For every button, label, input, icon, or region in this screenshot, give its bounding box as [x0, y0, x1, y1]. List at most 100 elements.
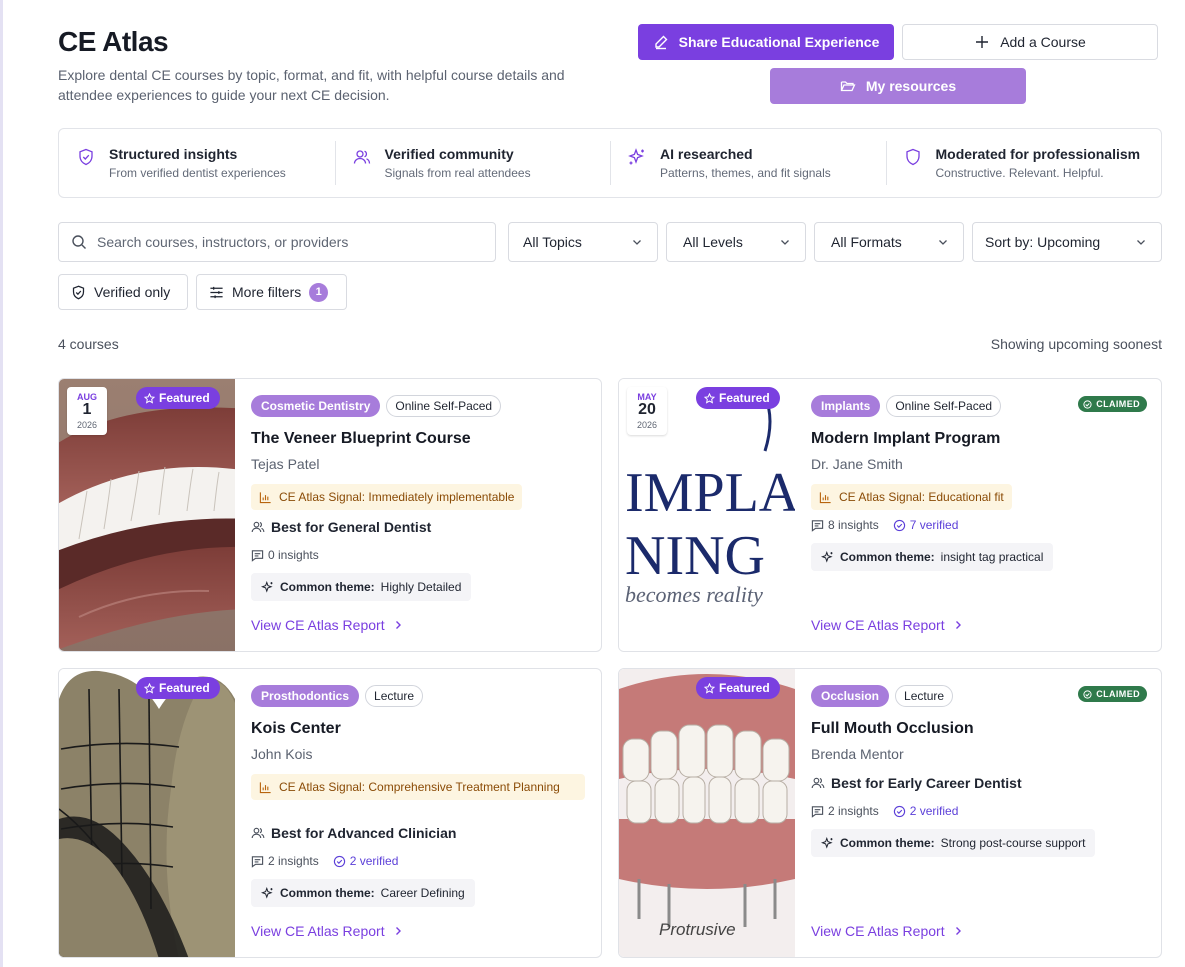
verified-only-toggle[interactable]: Verified only: [58, 274, 188, 310]
format-select-value: All Formats: [831, 234, 902, 250]
chevron-down-icon: [939, 240, 947, 245]
shield-icon: [905, 148, 920, 166]
best-for: Best for Early Career Dentist: [811, 775, 1022, 791]
view-report-link[interactable]: View CE Atlas Report: [251, 923, 403, 939]
theme-value: Strong post-course support: [940, 836, 1086, 850]
best-for: Best for Advanced Clinician: [251, 825, 456, 841]
format-tag[interactable]: Online Self-Paced: [386, 395, 502, 417]
topic-select[interactable]: All Topics: [508, 222, 658, 262]
chevron-right-icon: [955, 927, 961, 935]
chevron-right-icon: [955, 621, 961, 629]
level-select[interactable]: All Levels: [666, 222, 806, 262]
format-tag[interactable]: Lecture: [895, 685, 954, 707]
claimed-label: CLAIMED: [1096, 689, 1140, 699]
verified-only-label: Verified only: [94, 284, 171, 300]
insights-count: 0 insights: [268, 548, 319, 562]
course-card[interactable]: IMPLA NING becomes reality MAY 20 2026 F…: [618, 378, 1162, 652]
course-card[interactable]: Protrusive Featured Occlusion Lecture CL…: [618, 668, 1162, 958]
featured-badge: Featured: [136, 677, 220, 699]
verified-count: 2 verified: [893, 804, 959, 818]
course-tags: Occlusion Lecture: [811, 685, 954, 707]
feature-moderated: Moderated for professionalism Constructi…: [885, 129, 1162, 197]
best-for-text: Best for Early Career Dentist: [831, 775, 1022, 791]
insights-row: 0 insights: [251, 548, 319, 562]
theme-prefix: Common theme:: [840, 550, 935, 564]
add-course-button[interactable]: Add a Course: [902, 24, 1158, 60]
filter-count-badge: 1: [309, 282, 329, 302]
topic-tag[interactable]: Cosmetic Dentistry: [251, 395, 381, 417]
featured-label: Featured: [159, 391, 210, 405]
plus-icon: [976, 36, 989, 48]
sort-select-value: Sort by: Upcoming: [985, 234, 1101, 250]
page-subtitle: Explore dental CE courses by topic, form…: [58, 67, 565, 103]
verified-count: 7 verified: [893, 518, 958, 532]
users-icon: [353, 150, 370, 164]
course-title[interactable]: Kois Center: [251, 720, 341, 738]
view-report-link[interactable]: View CE Atlas Report: [811, 923, 963, 939]
format-select[interactable]: All Formats: [814, 222, 964, 262]
verified-count-text: 2 verified: [909, 804, 959, 818]
bar-chart-icon: [259, 782, 271, 794]
feature-subtitle: Patterns, themes, and fit signals: [660, 166, 831, 180]
message-square-icon: [811, 805, 824, 818]
sort-select[interactable]: Sort by: Upcoming: [972, 222, 1162, 262]
atlas-signal-text: CE Atlas Signal: Immediately implementab…: [279, 490, 515, 504]
course-tags: Cosmetic Dentistry Online Self-Paced: [251, 395, 502, 417]
course-image-veneers: AUG 1 2026 Featured: [59, 379, 235, 651]
tooth-illustration: [59, 670, 235, 957]
course-author: Dr. Jane Smith: [811, 456, 903, 472]
chevron-down-icon: [781, 240, 789, 245]
message-square-icon: [251, 549, 264, 562]
theme-prefix: Common theme:: [280, 580, 375, 594]
my-resources-label: My resources: [865, 78, 957, 94]
verified-count: 2 verified: [333, 854, 398, 868]
users-icon: [251, 827, 265, 839]
my-resources-button[interactable]: My resources: [770, 68, 1026, 104]
sliders-icon: [210, 286, 223, 298]
view-report-link[interactable]: View CE Atlas Report: [811, 617, 963, 633]
topic-tag[interactable]: Prosthodontics: [251, 685, 360, 707]
sparkles-icon: [821, 836, 833, 849]
course-date-badge: AUG 1 2026: [67, 387, 107, 435]
feature-ai-researched: AI researched Patterns, themes, and fit …: [610, 129, 886, 197]
format-tag[interactable]: Online Self-Paced: [886, 395, 1002, 417]
image-text-line3: becomes reality: [625, 582, 763, 607]
users-icon: [811, 777, 825, 789]
view-report-label: View CE Atlas Report: [811, 923, 945, 939]
sparkles-icon: [261, 580, 273, 593]
course-author: Tejas Patel: [251, 456, 320, 472]
insights-count: 2 insights: [268, 854, 319, 868]
chevron-down-icon: [633, 240, 641, 245]
dentition-model-image: Protrusive: [619, 669, 795, 957]
course-card-body: Implants Online Self-Paced CLAIMED Moder…: [811, 379, 1161, 651]
atlas-signal-text: CE Atlas Signal: Educational fit: [839, 490, 1004, 504]
course-tags: Implants Online Self-Paced: [811, 395, 1002, 417]
more-filters-button[interactable]: More filters 1: [196, 274, 347, 310]
view-report-link[interactable]: View CE Atlas Report: [251, 617, 403, 633]
featured-label: Featured: [719, 681, 770, 695]
insights-count: 2 insights: [828, 804, 879, 818]
results-count: 4 courses: [58, 336, 119, 352]
search-input[interactable]: Search courses, instructors, or provider…: [58, 222, 496, 262]
course-image-occlusion: Protrusive Featured: [619, 669, 795, 957]
feature-title: Moderated for professionalism: [935, 146, 1141, 162]
course-card[interactable]: AUG 1 2026 Featured Cosmetic Dentistry O…: [58, 378, 602, 652]
course-title[interactable]: Full Mouth Occlusion: [811, 720, 974, 738]
course-card-body: Occlusion Lecture CLAIMED Full Mouth Occ…: [811, 669, 1161, 957]
date-day: 1: [82, 401, 92, 418]
topic-tag[interactable]: Implants: [811, 395, 881, 417]
share-experience-button[interactable]: Share Educational Experience: [638, 24, 894, 60]
page-title: CE Atlas: [58, 26, 169, 57]
star-icon: [704, 392, 715, 404]
check-circle-icon: [893, 519, 905, 531]
message-square-icon: [251, 855, 264, 868]
format-tag[interactable]: Lecture: [365, 685, 424, 707]
featured-badge: Featured: [696, 677, 780, 699]
course-card[interactable]: Featured Prosthodontics Lecture Kois Cen…: [58, 668, 602, 958]
image-text-line2: NING: [625, 525, 765, 587]
check-circle-icon: [1083, 399, 1092, 409]
course-title[interactable]: Modern Implant Program: [811, 430, 1000, 448]
left-border: [0, 0, 3, 967]
topic-tag[interactable]: Occlusion: [811, 685, 890, 707]
course-title[interactable]: The Veneer Blueprint Course: [251, 430, 471, 448]
